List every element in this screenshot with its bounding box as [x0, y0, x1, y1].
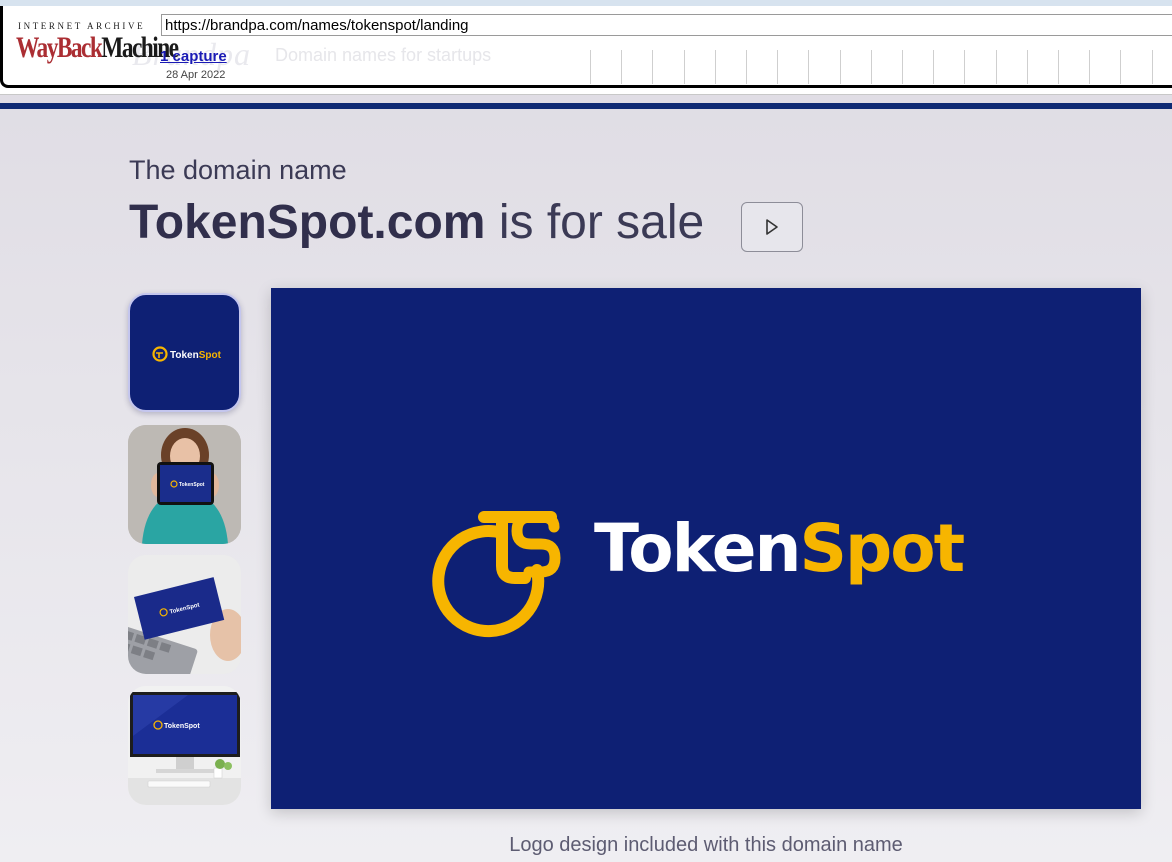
play-icon — [766, 219, 778, 235]
main-logo-part1: Token — [594, 510, 799, 587]
thumbnail-logo[interactable]: TokenSpot — [128, 293, 241, 412]
tokenspot-logo-large: TokenSpot — [432, 510, 967, 637]
tablet-mockup-image: TokenSpot — [128, 425, 241, 544]
main-logo-text: TokenSpot — [594, 510, 965, 587]
wayback-toolbar: Brandpa Domain names for startups INTERN… — [0, 0, 1172, 95]
site-nav-bar — [0, 103, 1172, 109]
main-logo-image: TokenSpot — [271, 288, 1141, 809]
logo-caption: Logo design included with this domain na… — [509, 834, 903, 856]
hero-subtitle: The domain name — [129, 155, 347, 185]
thumbnail-tablet-mockup[interactable]: TokenSpot — [128, 425, 241, 544]
monitor-mockup-image: TokenSpot — [128, 686, 241, 805]
thumbnail-business-card-mockup[interactable]: TokenSpot — [128, 555, 241, 674]
play-pronunciation-button[interactable] — [741, 202, 803, 252]
main-logo-part2: Spot — [799, 510, 964, 587]
toolbar-frame-border — [0, 6, 1172, 88]
domain-name: TokenSpot.com — [129, 196, 486, 249]
thumb-logo-part2: Spot — [199, 350, 222, 361]
business-card-mockup-image: TokenSpot — [128, 555, 241, 674]
tablet-logo-text: TokenSpot — [179, 482, 205, 488]
tokenspot-emblem — [432, 511, 561, 637]
thumb-logo-part1: Token — [170, 350, 199, 361]
thumb-logo-text: TokenSpot — [170, 350, 222, 361]
for-sale-text: is for sale — [498, 196, 705, 249]
hero-headline: TokenSpot.com is for sale — [129, 195, 704, 250]
thumbnail-logo-image: TokenSpot — [152, 346, 222, 362]
monitor-logo-text: TokenSpot — [164, 723, 200, 730]
thumbnail-monitor-mockup[interactable]: TokenSpot — [128, 686, 241, 805]
